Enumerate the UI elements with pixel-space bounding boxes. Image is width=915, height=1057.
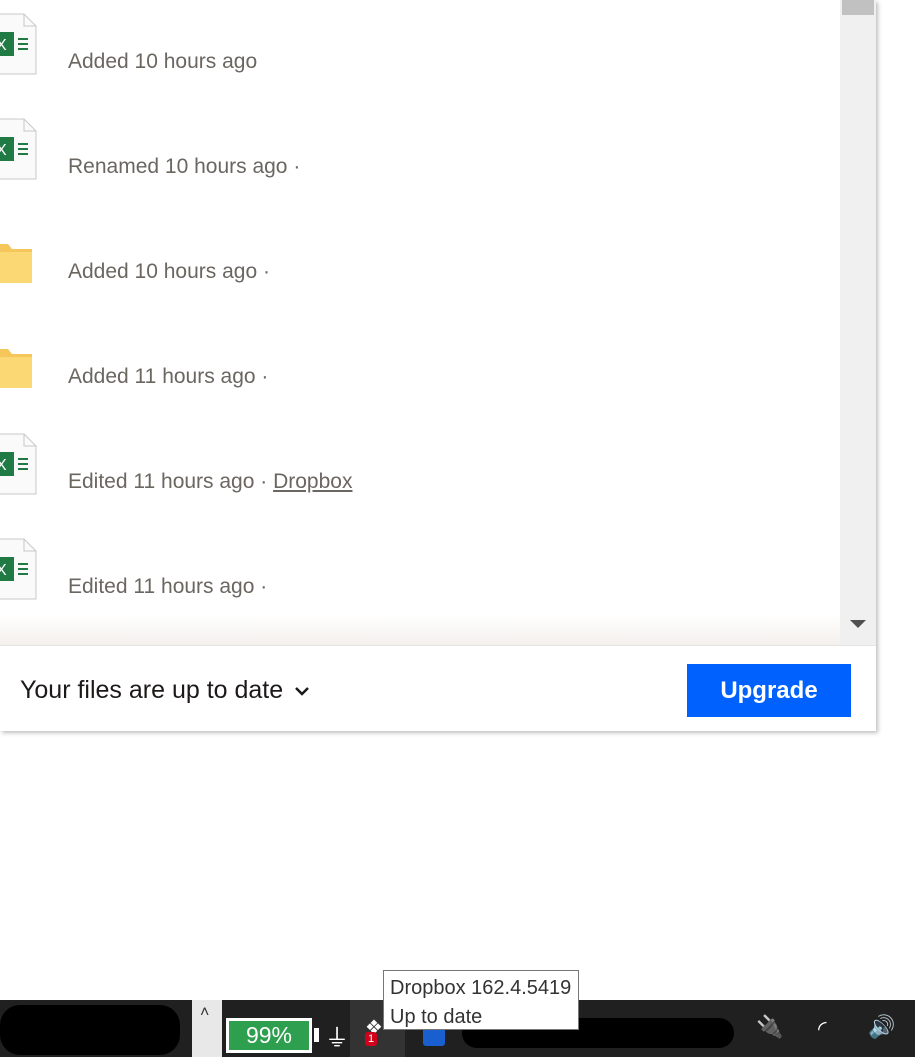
activity-text: Added 10 hours ago: [68, 50, 257, 74]
battery-indicator[interactable]: 99%: [226, 1018, 312, 1053]
activity-text: Renamed 10 hours ago ·: [68, 155, 300, 179]
activity-item[interactable]: X Renamed 10 hours ago ·: [0, 105, 840, 210]
chevron-down-icon: [295, 686, 310, 696]
dropbox-tooltip: Dropbox 162.4.5419 Up to date: [383, 970, 579, 1030]
wifi-icon[interactable]: ◜: [818, 1016, 827, 1042]
sync-status-text: Your files are up to date: [20, 676, 284, 704]
scrollbar[interactable]: [840, 0, 876, 645]
scrollbar-thumb[interactable]: [842, 0, 874, 15]
activity-item[interactable]: Added 11 hours ago ·: [0, 315, 840, 420]
activity-description: Added 10 hours ago ·: [68, 260, 270, 283]
excel-file-icon: X: [0, 12, 38, 76]
activity-text: Added 10 hours ago ·: [68, 260, 270, 284]
activity-item[interactable]: Added 10 hours ago ·: [0, 210, 840, 315]
power-plug-battery-icon[interactable]: 🔌: [756, 1014, 783, 1040]
activity-text: Added 11 hours ago ·: [68, 365, 268, 389]
svg-text:X: X: [0, 37, 7, 54]
activity-list: X Added 10 hours ago X Renamed 10 hours a…: [0, 0, 840, 640]
excel-file-icon: X: [0, 432, 38, 496]
activity-item[interactable]: X Edited 11 hours ago · Dropbox: [0, 420, 840, 525]
footer: Your files are up to date Upgrade: [0, 645, 876, 731]
excel-file-icon: X: [0, 117, 38, 181]
upgrade-button[interactable]: Upgrade: [687, 664, 851, 717]
activity-description: Edited 11 hours ago ·: [68, 575, 268, 598]
scroll-down-arrow-icon[interactable]: [850, 620, 866, 628]
excel-file-icon: X: [0, 537, 38, 601]
redacted-area: [0, 1005, 180, 1055]
show-hidden-icons-button[interactable]: ˄: [192, 1000, 222, 1057]
svg-text:X: X: [0, 142, 7, 159]
tooltip-version: Dropbox 162.4.5419: [390, 977, 572, 999]
activity-item[interactable]: X Added 10 hours ago: [0, 0, 840, 105]
activity-description: Edited 11 hours ago ·: [68, 470, 274, 493]
svg-text:X: X: [0, 457, 7, 474]
dropbox-panel: X Added 10 hours ago X Renamed 10 hours a…: [0, 0, 876, 731]
activity-text: Edited 11 hours ago · Dropbox: [68, 470, 352, 494]
folder-icon: [0, 327, 38, 391]
activity-text: Edited 11 hours ago ·: [68, 575, 267, 599]
list-fade: [0, 615, 840, 645]
volume-icon[interactable]: 🔊: [868, 1014, 895, 1040]
folder-icon: [0, 222, 38, 286]
notification-badge: 1: [365, 1032, 378, 1046]
plug-icon: ⏚: [325, 1025, 349, 1052]
battery-tip: [314, 1028, 319, 1042]
activity-description: Added 10 hours ago: [68, 50, 258, 73]
svg-text:X: X: [0, 562, 7, 579]
sync-status-dropdown[interactable]: Your files are up to date: [20, 676, 311, 705]
tooltip-status: Up to date: [390, 1006, 483, 1028]
chevron-up-icon: ˄: [200, 1004, 210, 1021]
activity-description: Added 11 hours ago ·: [68, 365, 269, 388]
activity-description: Renamed 10 hours ago ·: [68, 155, 301, 178]
location-link[interactable]: Dropbox: [273, 470, 352, 493]
